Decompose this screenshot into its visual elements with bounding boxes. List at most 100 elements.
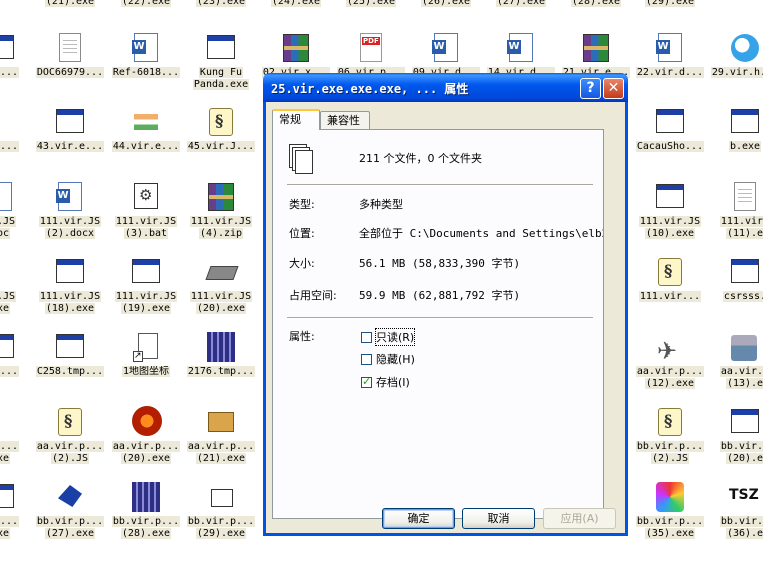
desktop-icon[interactable]: 44.vir.e...	[109, 106, 183, 178]
desktop-icon-label: 2176.tmp...	[186, 366, 256, 377]
archive-checkbox-row[interactable]: 存档(I)	[361, 375, 410, 389]
desktop-icon[interactable]: aa.vir.p... (21).exe	[184, 406, 258, 478]
tab-general[interactable]: 常规	[272, 109, 320, 130]
desktop-icon-label: 111.vir.JS (4).zip	[189, 216, 253, 239]
desktop-icon[interactable]: r.e...	[0, 106, 37, 178]
folder-file-icon	[205, 481, 237, 513]
desktop-icon-label: 111.vir.(11).e	[708, 216, 763, 240]
desktop-icon[interactable]: aa.vir.p(13).e	[708, 331, 763, 403]
word-file-icon	[505, 32, 537, 64]
desktop-icon[interactable]: TSZ bb.vir.p(36).e	[708, 481, 763, 553]
star-file-icon	[0, 406, 16, 438]
desktop-icon[interactable]: pri...	[0, 32, 37, 104]
desktop-icon[interactable]: ir.JSdoc	[0, 181, 37, 253]
desktop-icon[interactable]: 111.vir.JS (20).exe	[184, 256, 258, 328]
script-file-icon	[654, 256, 686, 288]
desktop-icon-label: (28).exe	[559, 0, 633, 8]
desktop-icon[interactable]: 111.vir.JS (4).zip	[184, 181, 258, 253]
size-label: 大小:	[289, 257, 315, 270]
readonly-checkbox-row[interactable]: 只读(R)	[361, 328, 416, 346]
dialog-title: 25.vir.exe.exe.exe, ... 属性	[271, 82, 469, 96]
desktop-icon[interactable]: 22.vir.d...	[633, 32, 707, 104]
disk-size-label: 占用空间:	[289, 289, 337, 302]
desktop-icon[interactable]: C258.tmp...	[33, 331, 107, 403]
desktop-icon-label: bb.vir.p... (27).exe	[35, 516, 105, 539]
desktop-icon[interactable]: csrsss.	[708, 256, 763, 328]
desktop-icon-label: 43.vir.e...	[35, 141, 105, 152]
script-file-icon	[654, 406, 686, 438]
cancel-button[interactable]: 取消	[462, 508, 535, 529]
exe-file-icon	[54, 106, 86, 138]
readonly-label[interactable]: 只读(R)	[374, 328, 416, 346]
desktop-icon[interactable]: bb.vir.p... (28).exe	[109, 481, 183, 553]
title-bar[interactable]: 25.vir.exe.exe.exe, ... 属性 ? ✕	[263, 73, 628, 102]
desktop-icon[interactable]: 111.vir.(11).e	[708, 181, 763, 253]
desktop-icon[interactable]: r.p...exe	[0, 406, 37, 478]
desktop-icon[interactable]: 1地图坐标	[109, 331, 183, 403]
rar-file-icon	[580, 32, 612, 64]
exe-file-icon	[729, 256, 761, 288]
word-file-icon	[130, 32, 162, 64]
hidden-label[interactable]: 隐藏(H)	[376, 351, 415, 367]
desktop-icon-label: DOC66979...	[35, 67, 105, 78]
desktop-icon[interactable]: CacauSho...	[633, 106, 707, 178]
desktop-icon[interactable]: 111.vir.JS (18).exe	[33, 256, 107, 328]
desktop-icon-label: csrsss.	[708, 291, 763, 303]
desktop-icon-label: bb.vir.p(20).e	[708, 441, 763, 465]
ok-button[interactable]: 确定	[382, 508, 455, 529]
exe-file-icon	[130, 256, 162, 288]
exe-file-icon	[0, 331, 16, 363]
desktop-icon[interactable]: 111.vir.JS(3).bat	[109, 181, 183, 253]
apply-button[interactable]: 应用(A)	[543, 508, 616, 529]
purple-file-icon	[130, 481, 162, 513]
desktop-icon[interactable]: 45.vir.J...	[184, 106, 258, 178]
desktop-icon-label: 22.vir.d...	[635, 67, 705, 78]
desktop-icon[interactable]: r.p...exe	[0, 481, 37, 553]
desktop-icon[interactable]: 2176.tmp...	[184, 331, 258, 403]
desktop-icon-label: Kung Fu Panda.exe	[192, 67, 250, 90]
desktop-icon[interactable]: aa.vir.p... (20).exe	[109, 406, 183, 478]
desktop-icon[interactable]: 111.vir...	[633, 256, 707, 328]
shortcut-file-icon	[130, 331, 162, 363]
desktop-icon-label: (25).exe	[334, 0, 408, 8]
desktop-icon[interactable]: 111.vir.JS (19).exe	[109, 256, 183, 328]
desktop-icon-label: 29.vir.h...	[708, 67, 763, 79]
desktop-icon[interactable]: ✈ aa.vir.p... (12).exe	[633, 331, 707, 403]
archive-checkbox[interactable]	[361, 375, 372, 388]
archive-label[interactable]: 存档(I)	[376, 374, 410, 390]
hidden-checkbox[interactable]	[361, 353, 372, 365]
desktop-icon[interactable]: bb.vir.p... (27).exe	[33, 481, 107, 553]
desktop-icon[interactable]: b.exe	[708, 106, 763, 178]
readonly-checkbox[interactable]	[361, 331, 372, 343]
desktop-icon[interactable]: ir.JSexe	[0, 256, 37, 328]
desktop-icon[interactable]: aa.vir.p...(2).JS	[33, 406, 107, 478]
rar-file-icon	[205, 181, 237, 213]
desktop-icon[interactable]: 29.vir.h...	[708, 32, 763, 104]
desktop-icon[interactable]: bb.vir.p... (29).exe	[184, 481, 258, 553]
word-file-icon	[54, 181, 86, 213]
desktop-icon[interactable]: Ref-6018...	[109, 32, 183, 104]
close-button[interactable]: ✕	[603, 78, 624, 99]
type-label: 类型:	[289, 198, 315, 211]
desktop-icon-label: (26).exe	[409, 0, 483, 8]
desktop-icon[interactable]: bb.vir.p(20).e	[708, 406, 763, 478]
desktop-icon-label: (23).exe	[184, 0, 258, 8]
gear-file-icon	[130, 181, 162, 213]
exe-file-icon	[0, 481, 16, 513]
desktop-icon[interactable]: tmp...	[0, 331, 37, 403]
doc-file-icon	[729, 181, 761, 213]
desktop-icon-label: r.e...	[0, 141, 37, 153]
tab-compatibility[interactable]: 兼容性	[320, 111, 370, 129]
desktop-icon[interactable]: 111.vir.JS (10).exe	[633, 181, 707, 253]
desktop-icon[interactable]: bb.vir.p...(2).JS	[633, 406, 707, 478]
desktop-icon[interactable]: 43.vir.e...	[33, 106, 107, 178]
desktop-icon-label: Ref-6018...	[111, 67, 181, 78]
desktop-icon[interactable]: 111.vir.JS(2).docx	[33, 181, 107, 253]
hidden-checkbox-row[interactable]: 隐藏(H)	[361, 352, 415, 366]
desktop-icon-label: r.p...exe	[0, 516, 37, 540]
desktop-icon[interactable]: Kung Fu Panda.exe	[184, 32, 258, 104]
desktop-icon[interactable]: DOC66979...	[33, 32, 107, 104]
desktop-icon-label: 44.vir.e...	[111, 141, 181, 152]
desktop-icon[interactable]: bb.vir.p... (35).exe	[633, 481, 707, 553]
help-button[interactable]: ?	[580, 78, 601, 99]
